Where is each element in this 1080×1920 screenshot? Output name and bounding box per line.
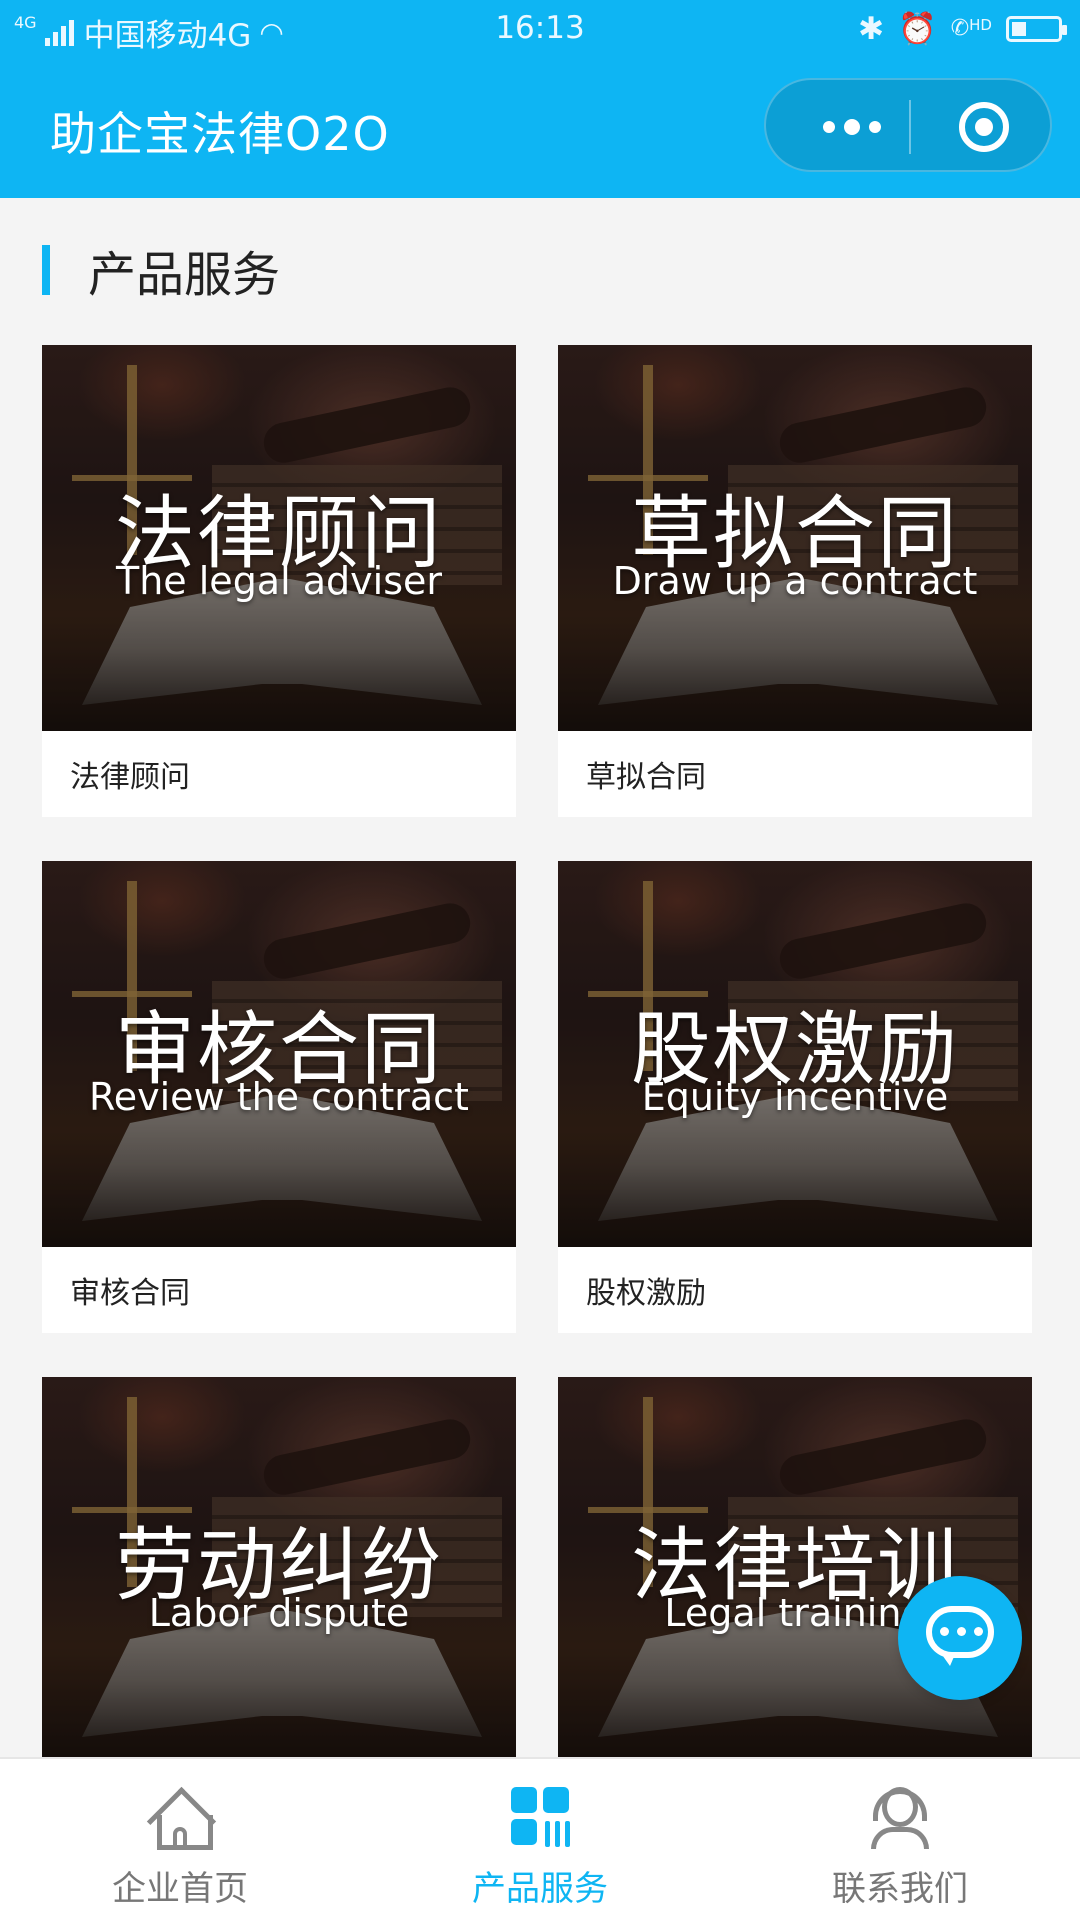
section-accent-bar — [42, 245, 50, 295]
card-title-en: The legal adviser — [116, 559, 442, 603]
capsule-divider — [909, 100, 911, 154]
hd-call-icon: ✆HD — [950, 16, 992, 41]
card-label: 草拟合同 — [586, 760, 706, 795]
close-miniprogram-button[interactable] — [959, 102, 1009, 152]
card-label: 法律顾问 — [70, 760, 190, 795]
card-label: 股权激励 — [586, 1276, 706, 1311]
bluetooth-icon: ✱ — [858, 10, 885, 47]
miniprogram-capsule — [764, 78, 1052, 172]
card-label: 审核合同 — [70, 1276, 190, 1311]
tab-label: 企业首页 — [112, 1869, 248, 1909]
product-card-review-contract[interactable]: 审核合同 Review the contract 审核合同 — [42, 861, 516, 1333]
tab-contact[interactable]: 联系我们 — [720, 1759, 1080, 1920]
product-card-legal-training[interactable]: 法律培训 Legal training — [558, 1377, 1032, 1763]
hd-badge: HD — [969, 16, 992, 34]
product-card-draw-contract[interactable]: 草拟合同 Draw up a contract 草拟合同 — [558, 345, 1032, 817]
bottom-tab-bar: 企业首页 产品服务 联系我们 — [0, 1757, 1080, 1920]
product-card-labor-dispute[interactable]: 劳动纠纷 Labor dispute — [42, 1377, 516, 1763]
contact-icon — [865, 1783, 935, 1849]
status-bar: 4G 中国移动4G ◠ 16:13 ✱ ⏰ ✆HD — [0, 0, 1080, 60]
card-image: 草拟合同 Draw up a contract — [558, 345, 1032, 731]
tab-products[interactable]: 产品服务 — [360, 1759, 720, 1920]
product-card-equity-incentive[interactable]: 股权激励 Equity incentive 股权激励 — [558, 861, 1032, 1333]
card-image: 审核合同 Review the contract — [42, 861, 516, 1247]
tab-home[interactable]: 企业首页 — [0, 1759, 360, 1920]
more-dot — [823, 121, 835, 133]
card-image: 法律培训 Legal training — [558, 1377, 1032, 1763]
card-image: 劳动纠纷 Labor dispute — [42, 1377, 516, 1763]
chat-button[interactable] — [898, 1576, 1022, 1700]
card-title-en: Labor dispute — [148, 1591, 410, 1635]
home-icon — [145, 1783, 215, 1850]
card-image: 股权激励 Equity incentive — [558, 861, 1032, 1247]
tab-label: 产品服务 — [472, 1869, 608, 1909]
alarm-icon: ⏰ — [898, 11, 937, 47]
section-title: 产品服务 — [88, 247, 281, 303]
page-title: 助企宝法律O2O — [50, 107, 390, 161]
section-header: 产品服务 — [42, 244, 280, 303]
card-title-en: Equity incentive — [641, 1075, 949, 1119]
tab-label: 联系我们 — [832, 1869, 968, 1909]
product-card-legal-adviser[interactable]: 法律顾问 The legal adviser 法律顾问 — [42, 345, 516, 817]
more-dot — [844, 119, 860, 135]
more-options-button[interactable] — [808, 80, 896, 174]
card-title-en: Review the contract — [89, 1075, 469, 1119]
battery-icon — [1006, 15, 1067, 42]
top-bar: 4G 中国移动4G ◠ 16:13 ✱ ⏰ ✆HD 助企宝法律O2O — [0, 0, 1080, 198]
card-image: 法律顾问 The legal adviser — [42, 345, 516, 731]
grid-icon — [505, 1783, 575, 1847]
more-dot — [869, 121, 881, 133]
card-title-en: Draw up a contract — [612, 559, 978, 603]
